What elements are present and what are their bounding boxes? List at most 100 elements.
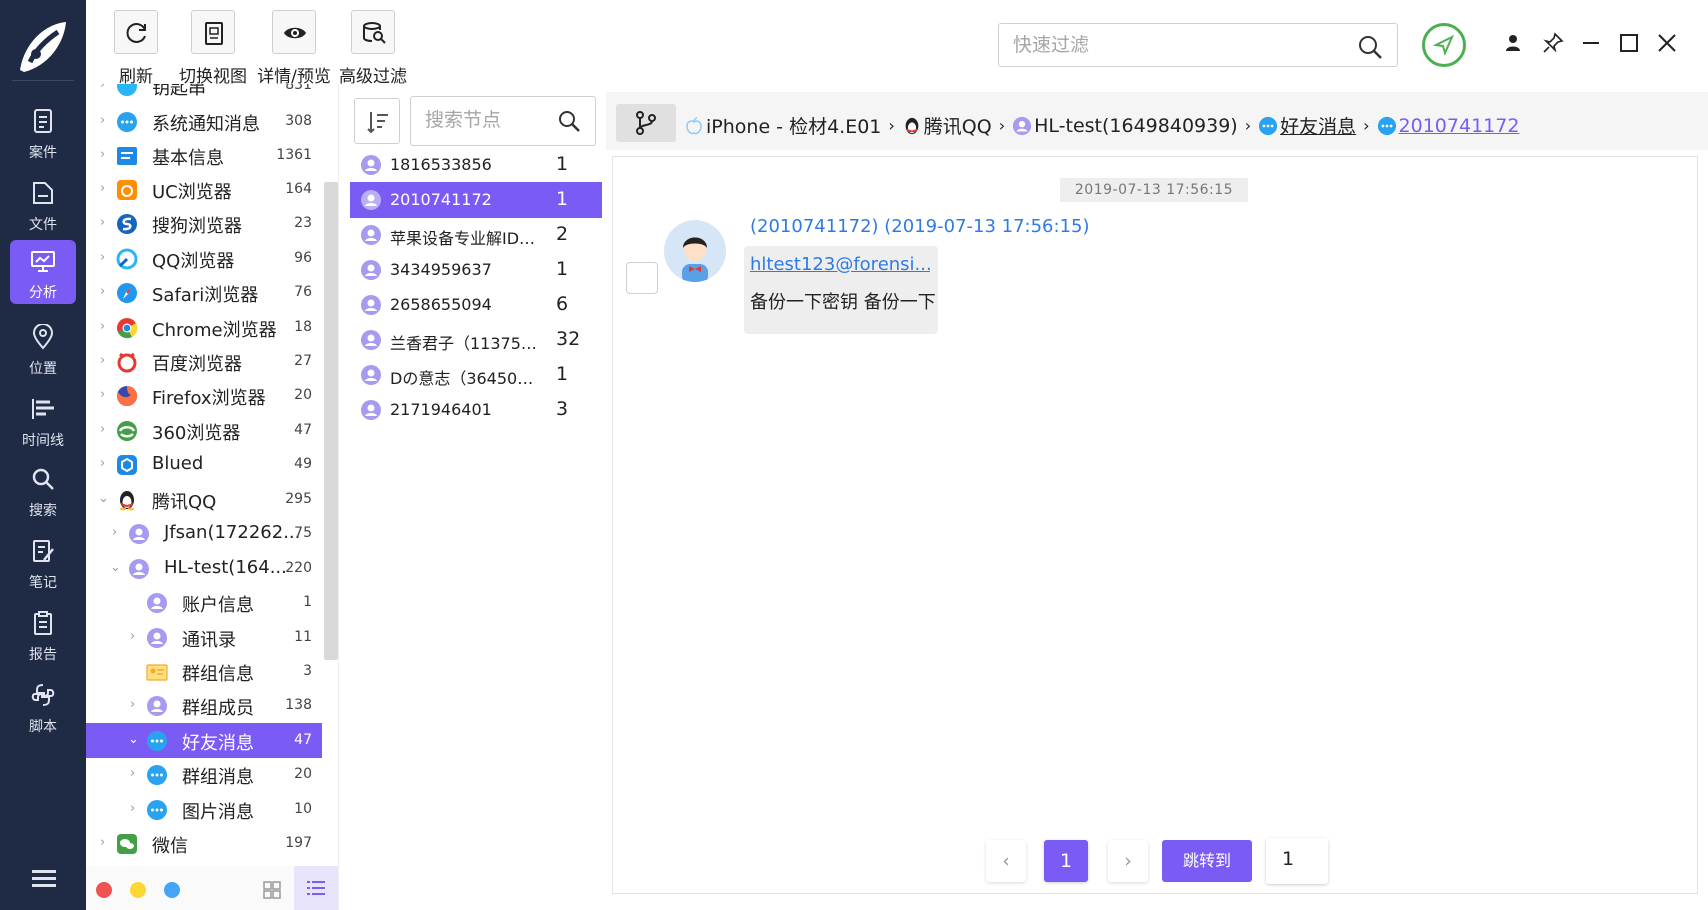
tree-footer bbox=[86, 866, 338, 910]
refresh-button[interactable]: 刷新 bbox=[110, 10, 162, 87]
user-avatar-icon bbox=[1012, 116, 1032, 136]
node-search-input[interactable] bbox=[425, 109, 555, 131]
nav-timeline-label: 时间线 bbox=[22, 433, 64, 449]
nav-file[interactable]: 文件 bbox=[10, 172, 76, 236]
node-item[interactable]: 2658655094 6 bbox=[350, 287, 602, 323]
node-item-selected[interactable]: 2010741172 1 bbox=[350, 182, 602, 218]
node-item[interactable]: 3434959637 1 bbox=[350, 252, 602, 288]
message-link[interactable]: hltest123@forensi... bbox=[750, 254, 930, 275]
chat-bubble-icon bbox=[1377, 116, 1397, 136]
list-view-button[interactable] bbox=[294, 866, 338, 910]
user-icon[interactable] bbox=[1500, 30, 1526, 56]
yellow-dot-icon[interactable] bbox=[130, 882, 146, 898]
user-avatar-icon bbox=[361, 365, 381, 385]
tree-item[interactable]: › Chrome浏览器 18 bbox=[86, 310, 322, 345]
breadcrumb-account[interactable]: HL-test(1649840939) bbox=[1034, 115, 1238, 137]
nav-search[interactable]: 搜索 bbox=[10, 458, 76, 522]
breadcrumb-device[interactable]: iPhone - 检材4.E01 bbox=[706, 112, 881, 139]
apple-icon bbox=[684, 116, 704, 136]
nav-analysis[interactable]: 分析 bbox=[10, 240, 76, 304]
nav-report-label: 报告 bbox=[29, 647, 57, 663]
tree-item[interactable]: 群组信息 3 bbox=[86, 654, 322, 689]
tree-item[interactable]: › 通讯录 11 bbox=[86, 620, 322, 655]
red-dot-icon[interactable] bbox=[96, 882, 112, 898]
branch-button[interactable] bbox=[616, 104, 676, 142]
tree-item[interactable]: › 360浏览器 47 bbox=[86, 413, 322, 448]
nav-case[interactable]: 案件 bbox=[10, 100, 76, 164]
tree-item-friend-messages[interactable]: ⌄ 好友消息 47 bbox=[86, 723, 322, 758]
tree-item[interactable]: › 百度浏览器 27 bbox=[86, 344, 322, 379]
nav-location-label: 位置 bbox=[29, 361, 57, 377]
safari-icon bbox=[117, 283, 137, 303]
analysis-icon bbox=[31, 251, 55, 272]
search-icon[interactable] bbox=[1357, 34, 1383, 60]
message-checkbox[interactable] bbox=[626, 262, 658, 294]
node-item[interactable]: Dの意志（3645052... 1 bbox=[350, 357, 602, 393]
database-search-icon bbox=[363, 22, 386, 44]
baidu-browser-icon bbox=[117, 352, 137, 373]
nav-menu-icon[interactable] bbox=[32, 870, 56, 890]
minimize-icon[interactable] bbox=[1578, 30, 1604, 56]
search-icon[interactable] bbox=[557, 109, 581, 133]
note-icon bbox=[33, 540, 54, 562]
close-icon[interactable] bbox=[1654, 30, 1680, 56]
tree-item[interactable]: ⌄ HL-test(164... 220 bbox=[86, 551, 322, 586]
nav-timeline[interactable]: 时间线 bbox=[10, 388, 76, 452]
node-item[interactable]: 兰香君子（1137588... 32 bbox=[350, 322, 602, 358]
tree-item-qq[interactable]: ⌄ 腾讯QQ 295 bbox=[86, 482, 322, 517]
nav-divider bbox=[12, 80, 74, 81]
tree-item[interactable]: › 群组消息 20 bbox=[86, 757, 322, 792]
nav-script-label: 脚本 bbox=[29, 719, 57, 735]
advanced-filter-button[interactable]: 高级过滤 bbox=[336, 10, 410, 87]
prev-page-button[interactable]: ‹ bbox=[986, 840, 1026, 882]
next-page-button[interactable]: › bbox=[1108, 840, 1148, 882]
chat-bubble-icon bbox=[1258, 116, 1278, 136]
tree-scrollbar[interactable] bbox=[324, 182, 338, 660]
pin-icon[interactable] bbox=[1540, 30, 1566, 56]
tree-item[interactable]: › Blued 49 bbox=[86, 447, 322, 482]
tree-item[interactable]: 账户信息 1 bbox=[86, 585, 322, 620]
node-item[interactable]: 苹果设备专业解ID（... 2 bbox=[350, 217, 602, 253]
tree-item[interactable]: › QQ浏览器 96 bbox=[86, 241, 322, 276]
nav-note[interactable]: 笔记 bbox=[10, 530, 76, 594]
tree-item-keychain[interactable]: › 钥匙串 831 bbox=[86, 84, 322, 103]
user-avatar-icon bbox=[361, 400, 381, 420]
nav-location[interactable]: 位置 bbox=[10, 316, 76, 380]
blue-dot-icon[interactable] bbox=[164, 882, 180, 898]
node-item[interactable]: 2171946401 3 bbox=[350, 392, 602, 428]
qq-penguin-icon bbox=[902, 116, 922, 136]
list-view-icon bbox=[307, 881, 325, 895]
tree-item[interactable]: › 系统通知消息 308 bbox=[86, 104, 322, 139]
tree-item[interactable]: › 微信 197 bbox=[86, 826, 322, 861]
breadcrumb-contact[interactable]: 2010741172 bbox=[1399, 115, 1520, 137]
switch-view-button[interactable]: 切换视图 bbox=[174, 10, 252, 87]
maximize-icon[interactable] bbox=[1616, 30, 1642, 56]
quick-filter-input[interactable] bbox=[1013, 34, 1343, 56]
nav-case-label: 案件 bbox=[29, 145, 57, 161]
page-1-button[interactable]: 1 bbox=[1044, 840, 1088, 882]
breadcrumb-category[interactable]: 好友消息 bbox=[1280, 112, 1356, 139]
jump-page-input[interactable]: 1 bbox=[1266, 838, 1328, 884]
app-logo-icon bbox=[20, 22, 66, 72]
grid-view-icon[interactable] bbox=[262, 880, 282, 900]
sort-button[interactable] bbox=[354, 98, 400, 144]
tree-item[interactable]: › 图片消息 10 bbox=[86, 792, 322, 827]
jump-to-button[interactable]: 跳转到 bbox=[1162, 840, 1252, 882]
nav-report[interactable]: 报告 bbox=[10, 602, 76, 666]
node-item[interactable]: 1816533856 1 bbox=[350, 147, 602, 183]
breadcrumb-app[interactable]: 腾讯QQ bbox=[924, 112, 992, 139]
tree-item[interactable]: › 搜狗浏览器 23 bbox=[86, 206, 322, 241]
tree-item[interactable]: › Safari浏览器 76 bbox=[86, 275, 322, 310]
chevron-left-icon: ‹ bbox=[1002, 850, 1010, 872]
send-button[interactable] bbox=[1422, 23, 1466, 67]
tree-item[interactable]: › 群组成员 138 bbox=[86, 688, 322, 723]
tree-item[interactable]: › Jfsan(172262... 75 bbox=[86, 516, 322, 551]
qq-penguin-icon bbox=[120, 491, 134, 511]
nav-script[interactable]: 脚本 bbox=[10, 674, 76, 738]
quick-filter-box bbox=[998, 23, 1398, 67]
details-preview-button[interactable]: 详情/预览 bbox=[254, 10, 334, 87]
nav-file-label: 文件 bbox=[29, 217, 57, 233]
tree-item[interactable]: › Firefox浏览器 20 bbox=[86, 378, 322, 413]
tree-item[interactable]: › 基本信息 1361 bbox=[86, 138, 322, 173]
tree-item[interactable]: › UC浏览器 164 bbox=[86, 172, 322, 207]
